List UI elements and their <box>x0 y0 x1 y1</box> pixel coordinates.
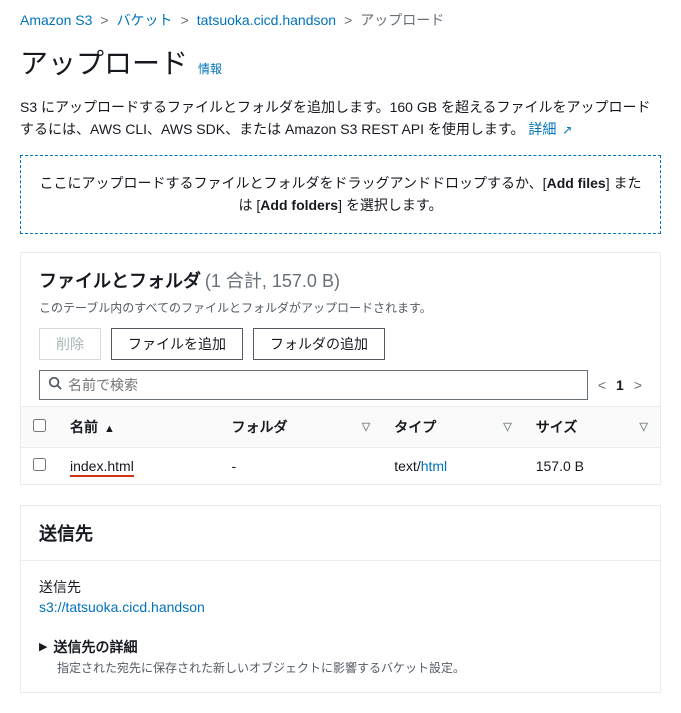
delete-button[interactable]: 削除 <box>39 328 101 360</box>
column-header-size[interactable]: サイズ▽ <box>524 406 660 447</box>
breadcrumb-item[interactable]: tatsuoka.cicd.handson <box>197 12 336 28</box>
breadcrumb: Amazon S3 > バケット > tatsuoka.cicd.handson… <box>0 0 681 34</box>
info-link[interactable]: 情報 <box>198 60 222 77</box>
chevron-down-icon: ▽ <box>503 420 511 433</box>
destination-details-toggle[interactable]: ▶ 送信先の詳細 <box>39 637 642 657</box>
chevron-right-icon: > <box>344 12 352 28</box>
files-table: 名前▲ フォルダ▽ タイプ▽ サイズ▽ index.html - <box>21 406 660 484</box>
caret-right-icon: ▶ <box>39 640 47 653</box>
search-box[interactable] <box>39 370 588 400</box>
page-number: 1 <box>616 377 624 393</box>
destination-panel: 送信先 送信先 s3://tatsuoka.cicd.handson ▶ 送信先… <box>20 505 661 693</box>
sort-asc-icon: ▲ <box>104 423 115 435</box>
chevron-right-icon: > <box>181 12 189 28</box>
breadcrumb-item[interactable]: バケット <box>117 10 173 30</box>
column-header-folder[interactable]: フォルダ▽ <box>220 406 383 447</box>
destination-uri-link[interactable]: s3://tatsuoka.cicd.handson <box>39 599 205 615</box>
details-link[interactable]: 詳細 ↗ <box>528 121 572 137</box>
upload-dropzone[interactable]: ここにアップロードするファイルとフォルダをドラッグアンドドロップするか、[Add… <box>20 155 661 234</box>
external-link-icon: ↗ <box>562 123 572 137</box>
breadcrumb-item[interactable]: Amazon S3 <box>20 12 92 28</box>
destination-heading: 送信先 <box>21 506 660 561</box>
search-input[interactable] <box>62 375 579 395</box>
files-panel-subtext: このテーブル内のすべてのファイルとフォルダがアップロードされます。 <box>21 299 660 328</box>
files-toolbar: 削除 ファイルを追加 フォルダの追加 <box>21 328 660 370</box>
files-panel-title: ファイルとフォルダ <box>39 271 201 291</box>
files-folders-panel: ファイルとフォルダ (1 合計, 157.0 B) このテーブル内のすべてのファ… <box>20 252 661 485</box>
file-folder-cell: - <box>220 447 383 484</box>
search-pagination-row: < 1 > <box>21 370 660 406</box>
select-all-checkbox[interactable] <box>33 419 46 432</box>
row-checkbox[interactable] <box>33 458 46 471</box>
destination-label: 送信先 <box>39 577 642 597</box>
column-header-name[interactable]: 名前▲ <box>58 406 220 447</box>
file-size-cell: 157.0 B <box>524 447 660 484</box>
column-header-type[interactable]: タイプ▽ <box>382 406 523 447</box>
files-panel-header: ファイルとフォルダ (1 合計, 157.0 B) <box>21 253 660 299</box>
upload-description: S3 にアップロードするファイルとフォルダを追加します。160 GB を超えるフ… <box>0 96 681 155</box>
chevron-right-icon: > <box>100 12 108 28</box>
file-name-link[interactable]: index.html <box>70 458 134 477</box>
page-header: アップロード 情報 <box>0 34 681 96</box>
search-icon <box>48 376 62 393</box>
file-type-link[interactable]: html <box>421 458 447 474</box>
chevron-down-icon: ▽ <box>362 420 370 433</box>
table-row: index.html - text/html 157.0 B <box>21 447 660 484</box>
breadcrumb-item-current: アップロード <box>360 10 444 30</box>
page-prev-button[interactable]: < <box>598 377 606 393</box>
destination-details-title: 送信先の詳細 <box>53 637 137 657</box>
files-count: (1 合計, 157.0 B) <box>205 271 340 291</box>
pagination: < 1 > <box>598 377 642 393</box>
file-type-cell: text/html <box>382 447 523 484</box>
add-folder-button[interactable]: フォルダの追加 <box>253 328 385 360</box>
chevron-down-icon: ▽ <box>640 420 648 433</box>
page-title: アップロード <box>20 42 188 82</box>
add-files-text: Add files <box>547 175 606 191</box>
add-folders-text: Add folders <box>260 197 338 213</box>
destination-details-subtext: 指定された宛先に保存された新しいオブジェクトに影響するバケット設定。 <box>57 659 642 676</box>
page-next-button[interactable]: > <box>634 377 642 393</box>
add-files-button[interactable]: ファイルを追加 <box>111 328 243 360</box>
